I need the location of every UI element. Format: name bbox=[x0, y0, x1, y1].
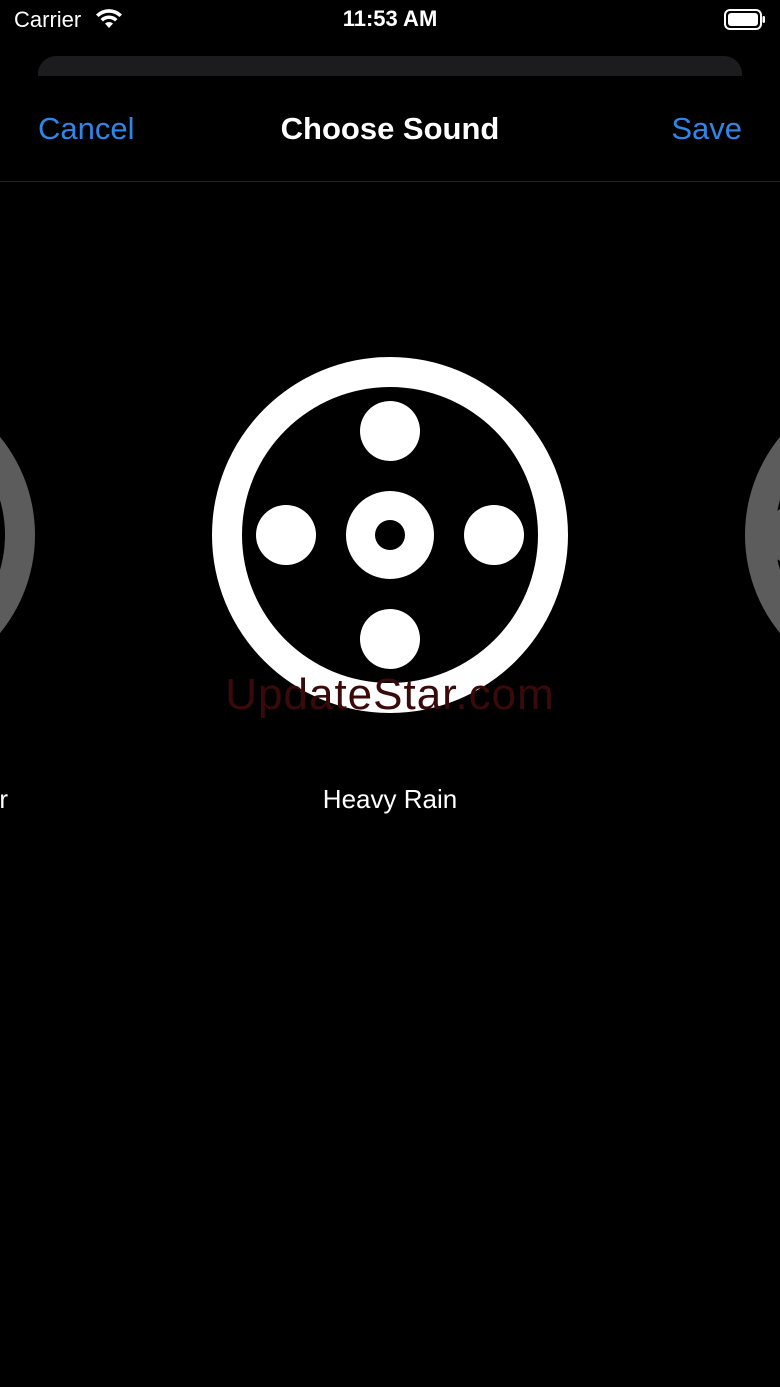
save-button[interactable]: Save bbox=[671, 111, 742, 147]
status-bar: Carrier 11:53 AM bbox=[0, 0, 780, 42]
cancel-button[interactable]: Cancel bbox=[38, 111, 135, 147]
current-sound-label: Heavy Rain bbox=[322, 784, 458, 814]
previous-sound-icon[interactable] bbox=[0, 380, 60, 690]
choose-sound-screen: Carrier 11:53 AM Cancel Choose Sound Sav… bbox=[0, 0, 780, 1387]
next-sound-icon[interactable] bbox=[720, 380, 780, 690]
sound-carousel[interactable]: UpdateStar.com r Heavy Rain bbox=[0, 182, 780, 882]
navigation-bar: Cancel Choose Sound Save bbox=[0, 76, 780, 182]
status-time: 11:53 AM bbox=[342, 6, 438, 31]
battery-icon bbox=[724, 9, 765, 30]
sound-reel-icon[interactable] bbox=[212, 357, 568, 713]
